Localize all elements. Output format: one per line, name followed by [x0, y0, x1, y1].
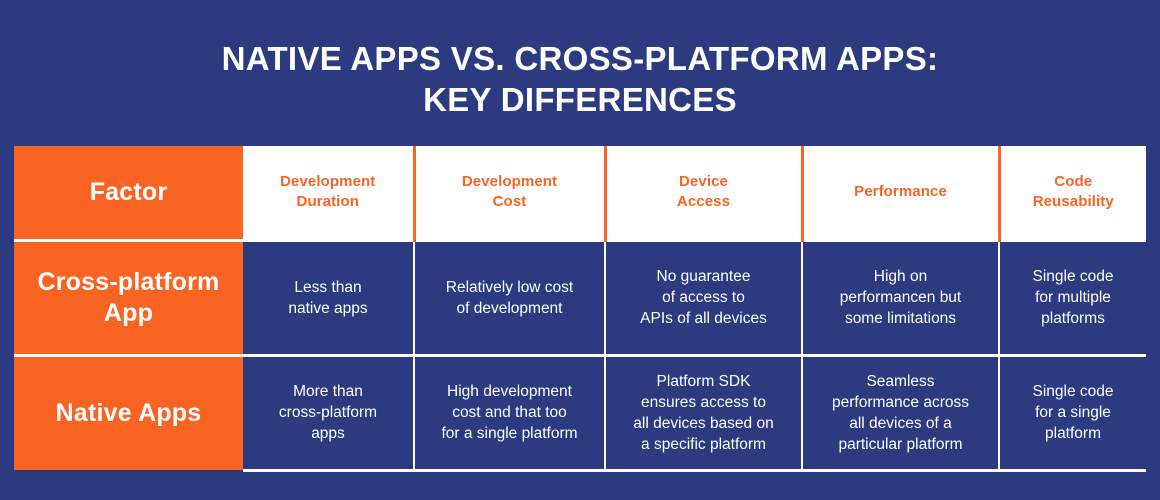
cell-native-performance: Seamless performance across all devices … — [801, 353, 999, 472]
table-row: Cross-platform App Less than native apps… — [14, 238, 1146, 355]
row-label-cell-native-apps: Native Apps — [14, 353, 243, 470]
cell-native-development-duration: More than cross-platform apps — [243, 353, 414, 472]
title-line-2: KEY DIFFERENCES — [423, 81, 737, 118]
header-label-development-duration: Development Duration — [280, 173, 376, 211]
cell-text: Seamless performance across all devices … — [832, 372, 969, 453]
header-cell-code-reusability: Code Reusability — [997, 146, 1146, 240]
page-title: NATIVE APPS VS. CROSS-PLATFORM APPS: KEY… — [0, 38, 1160, 120]
header-cell-device-access: Device Access — [603, 146, 802, 240]
header-cell-performance: Performance — [800, 146, 999, 240]
cell-text: Platform SDK ensures access to all devic… — [633, 372, 774, 453]
comparison-table-container: Factor Development Duration Development … — [14, 146, 1146, 472]
cell-text: More than cross-platform apps — [278, 383, 378, 442]
table-row: Native Apps More than cross-platform app… — [14, 353, 1146, 472]
header-label-performance: Performance — [854, 183, 947, 201]
cell-native-development-cost: High development cost and that too for a… — [413, 353, 605, 472]
cell-text: No guarantee of access to APIs of all de… — [640, 268, 767, 327]
header-label-development-cost: Development Cost — [461, 173, 558, 211]
cell-cross-platform-device-access: No guarantee of access to APIs of all de… — [604, 238, 802, 355]
table-header-row: Factor Development Duration Development … — [14, 146, 1146, 240]
cell-text: High on performancen but some limitation… — [839, 268, 962, 327]
cell-text: Less than native apps — [288, 278, 368, 317]
cell-text: Single code for a single platform — [1032, 383, 1114, 442]
comparison-table: Factor Development Duration Development … — [14, 146, 1146, 472]
cell-text: Single code for multiple platforms — [1032, 268, 1114, 327]
cell-native-device-access: Platform SDK ensures access to all devic… — [604, 353, 802, 472]
header-cell-development-duration: Development Duration — [243, 146, 414, 240]
cell-cross-platform-performance: High on performancen but some limitation… — [801, 238, 999, 355]
cell-cross-platform-development-duration: Less than native apps — [243, 238, 414, 355]
cell-native-code-reusability: Single code for a single platform — [998, 353, 1146, 472]
row-label-cross-platform-app: Cross-platform App — [37, 267, 220, 327]
cell-cross-platform-code-reusability: Single code for multiple platforms — [998, 238, 1146, 355]
header-cell-development-cost: Development Cost — [412, 146, 605, 240]
header-label-factor: Factor — [89, 178, 168, 207]
header-label-device-access: Device Access — [676, 173, 731, 211]
cell-text: High development cost and that too for a… — [441, 383, 578, 442]
row-label-native-apps: Native Apps — [55, 398, 202, 427]
header-label-code-reusability: Code Reusability — [1032, 173, 1114, 211]
infographic-page: NATIVE APPS VS. CROSS-PLATFORM APPS: KEY… — [0, 0, 1160, 500]
cell-cross-platform-development-cost: Relatively low cost of development — [413, 238, 605, 355]
cell-text: Relatively low cost of development — [445, 278, 574, 317]
header-cell-factor: Factor — [14, 146, 243, 240]
row-label-cell-cross-platform-app: Cross-platform App — [14, 238, 243, 355]
title-line-1: NATIVE APPS VS. CROSS-PLATFORM APPS: — [221, 40, 939, 77]
